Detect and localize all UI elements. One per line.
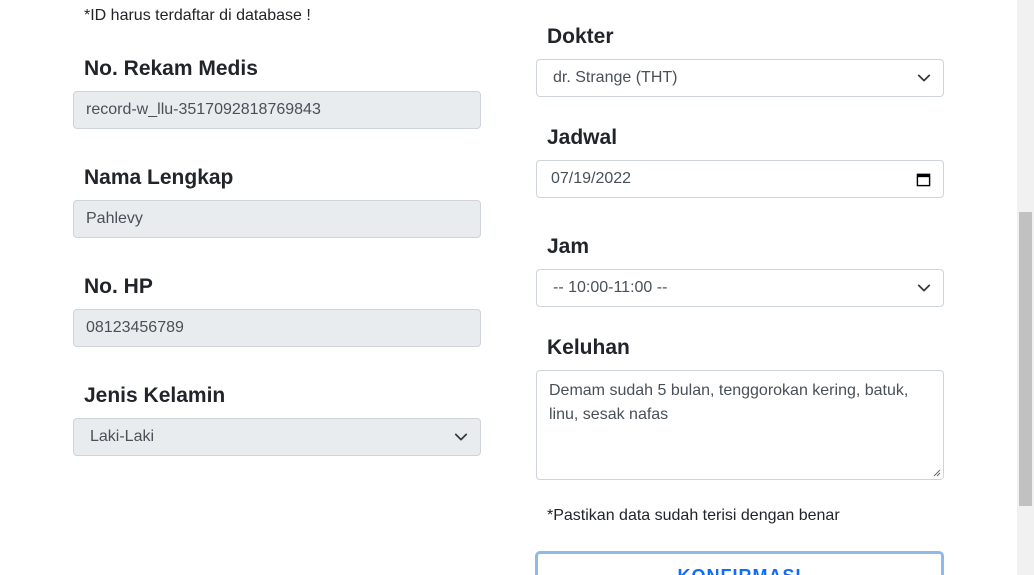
resize-grip-icon[interactable]	[931, 467, 941, 477]
dokter-value: dr. Strange (THT)	[553, 69, 678, 86]
no-hp-label: No. HP	[84, 275, 153, 298]
scrollbar-thumb[interactable]	[1019, 212, 1032, 506]
appointment-form-page: *ID harus terdaftar di database ! No. Re…	[0, 0, 1034, 575]
konfirmasi-button[interactable]: KONFIRMASI	[535, 551, 944, 575]
keluhan-label: Keluhan	[547, 336, 630, 359]
rekam-medis-value: record-w_llu-3517092818769843	[86, 101, 321, 118]
id-registered-note: *ID harus terdaftar di database !	[84, 7, 311, 24]
jenis-kelamin-value: Laki-Laki	[90, 428, 155, 445]
dokter-label: Dokter	[547, 25, 614, 48]
no-hp-value: 08123456789	[86, 319, 184, 336]
nama-lengkap-field[interactable]: Pahlevy	[73, 200, 481, 238]
jenis-kelamin-select[interactable]: Laki-Laki	[73, 418, 481, 456]
jadwal-date-input[interactable]: 07/19/2022	[536, 160, 944, 198]
nama-lengkap-label: Nama Lengkap	[84, 166, 234, 189]
chevron-down-icon	[454, 433, 468, 441]
keluhan-value: Demam sudah 5 bulan, tenggorokan kering,…	[549, 382, 909, 423]
calendar-icon[interactable]	[916, 172, 931, 187]
vertical-scrollbar[interactable]	[1017, 0, 1034, 575]
jam-select[interactable]: -- 10:00-11:00 --	[536, 269, 944, 307]
dokter-select[interactable]: dr. Strange (THT)	[536, 59, 944, 97]
jadwal-label: Jadwal	[547, 126, 618, 149]
no-hp-field[interactable]: 08123456789	[73, 309, 481, 347]
rekam-medis-label: No. Rekam Medis	[84, 57, 258, 80]
jam-value: -- 10:00-11:00 --	[553, 279, 668, 296]
nama-lengkap-value: Pahlevy	[86, 210, 143, 227]
chevron-down-icon	[917, 74, 931, 82]
rekam-medis-field[interactable]: record-w_llu-3517092818769843	[73, 91, 481, 129]
jam-label: Jam	[547, 235, 590, 258]
jadwal-value: 07/19/2022	[551, 170, 632, 187]
confirm-data-note: *Pastikan data sudah terisi dengan benar	[547, 507, 840, 524]
keluhan-textarea[interactable]: Demam sudah 5 bulan, tenggorokan kering,…	[536, 370, 944, 480]
jenis-kelamin-label: Jenis Kelamin	[84, 384, 226, 407]
chevron-down-icon	[917, 284, 931, 292]
